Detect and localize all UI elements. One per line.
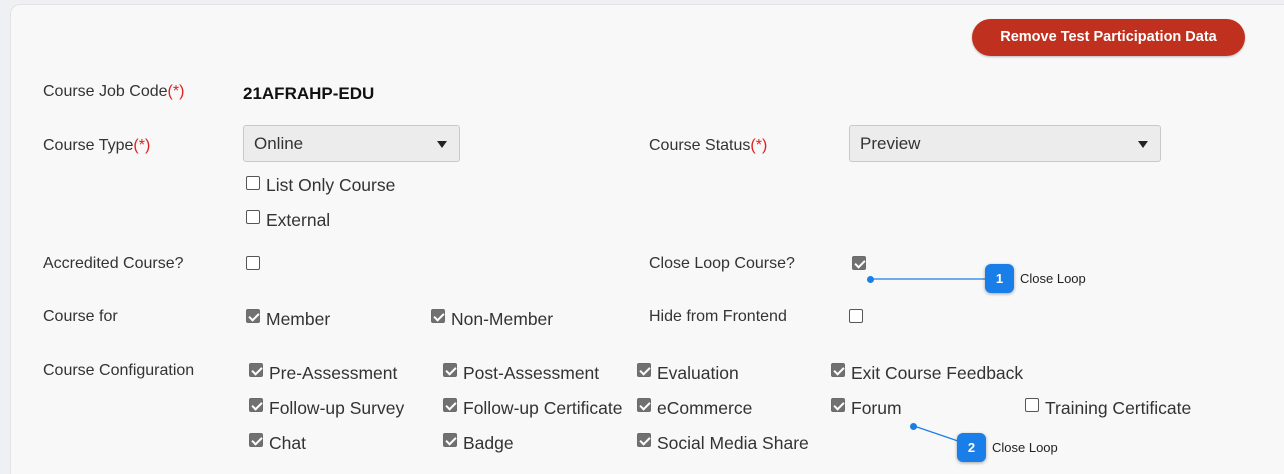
annotation-connectors: [871, 278, 986, 442]
annotation-2-badge: 2: [957, 433, 986, 462]
annotation-2-text: Close Loop: [992, 440, 1058, 455]
annotation-1-anchor-dot: [867, 276, 874, 283]
annotation-1-text: Close Loop: [1020, 271, 1086, 286]
annotation-2-anchor-dot: [910, 423, 917, 430]
annotation-1-badge: 1: [985, 264, 1014, 293]
annotation-2-connector: [913, 425, 959, 442]
